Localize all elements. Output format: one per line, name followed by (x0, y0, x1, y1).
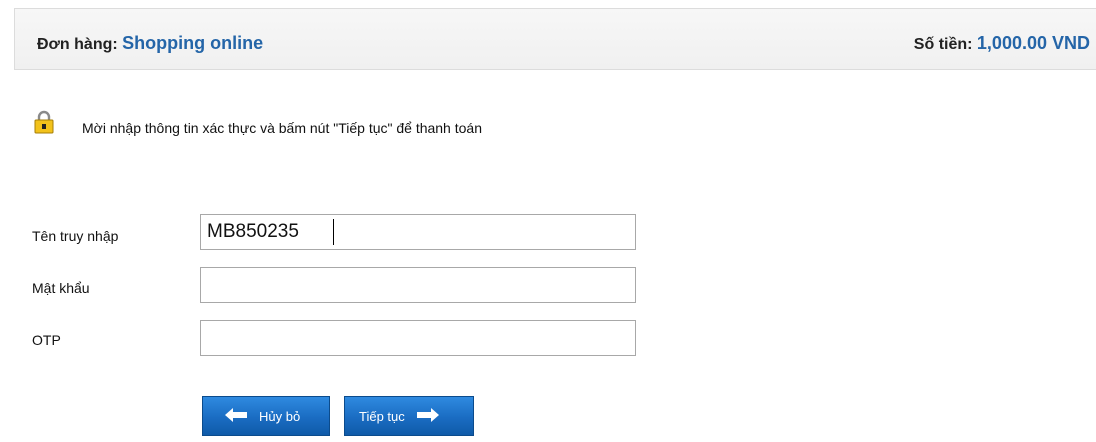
order-summary-bar: Đơn hàng: Shopping online Số tiền: 1,000… (14, 8, 1096, 70)
order-info: Đơn hàng: Shopping online (37, 33, 263, 54)
order-name: Shopping online (122, 33, 264, 53)
cancel-button[interactable]: Hủy bỏ (202, 396, 330, 436)
cancel-button-label: Hủy bỏ (259, 408, 301, 424)
otp-label: OTP (32, 332, 61, 348)
otp-input[interactable] (200, 320, 636, 356)
order-label: Đơn hàng: (37, 36, 118, 53)
amount-value: 1,000.00 VND (976, 33, 1090, 53)
username-label: Tên truy nhập (32, 228, 119, 244)
password-label: Mật khẩu (32, 280, 90, 296)
lock-icon (32, 110, 56, 134)
username-input[interactable] (200, 214, 636, 250)
password-input[interactable] (200, 267, 636, 303)
arrow-right-icon (416, 407, 439, 425)
instruction-text: Mời nhập thông tin xác thực và bấm nút "… (82, 120, 482, 136)
continue-button[interactable]: Tiếp tục (344, 396, 474, 436)
continue-button-label: Tiếp tục (359, 408, 405, 424)
amount-label: Số tiền: (913, 36, 973, 53)
text-cursor (333, 219, 334, 245)
amount-info: Số tiền: 1,000.00 VND (914, 33, 1090, 54)
arrow-left-icon (225, 407, 247, 425)
